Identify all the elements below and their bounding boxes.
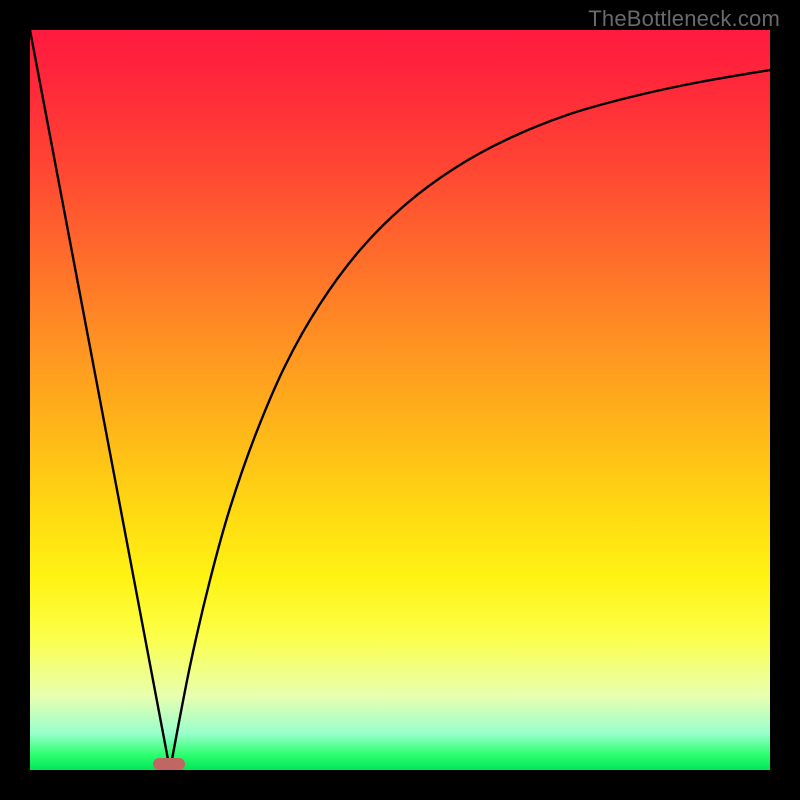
right-curve-line	[170, 70, 770, 770]
bottleneck-marker	[153, 758, 185, 770]
curve-layer	[30, 30, 770, 770]
left-descent-line	[30, 30, 170, 770]
chart-frame: TheBottleneck.com	[0, 0, 800, 800]
plot-area	[30, 30, 770, 770]
watermark-text: TheBottleneck.com	[588, 6, 780, 32]
